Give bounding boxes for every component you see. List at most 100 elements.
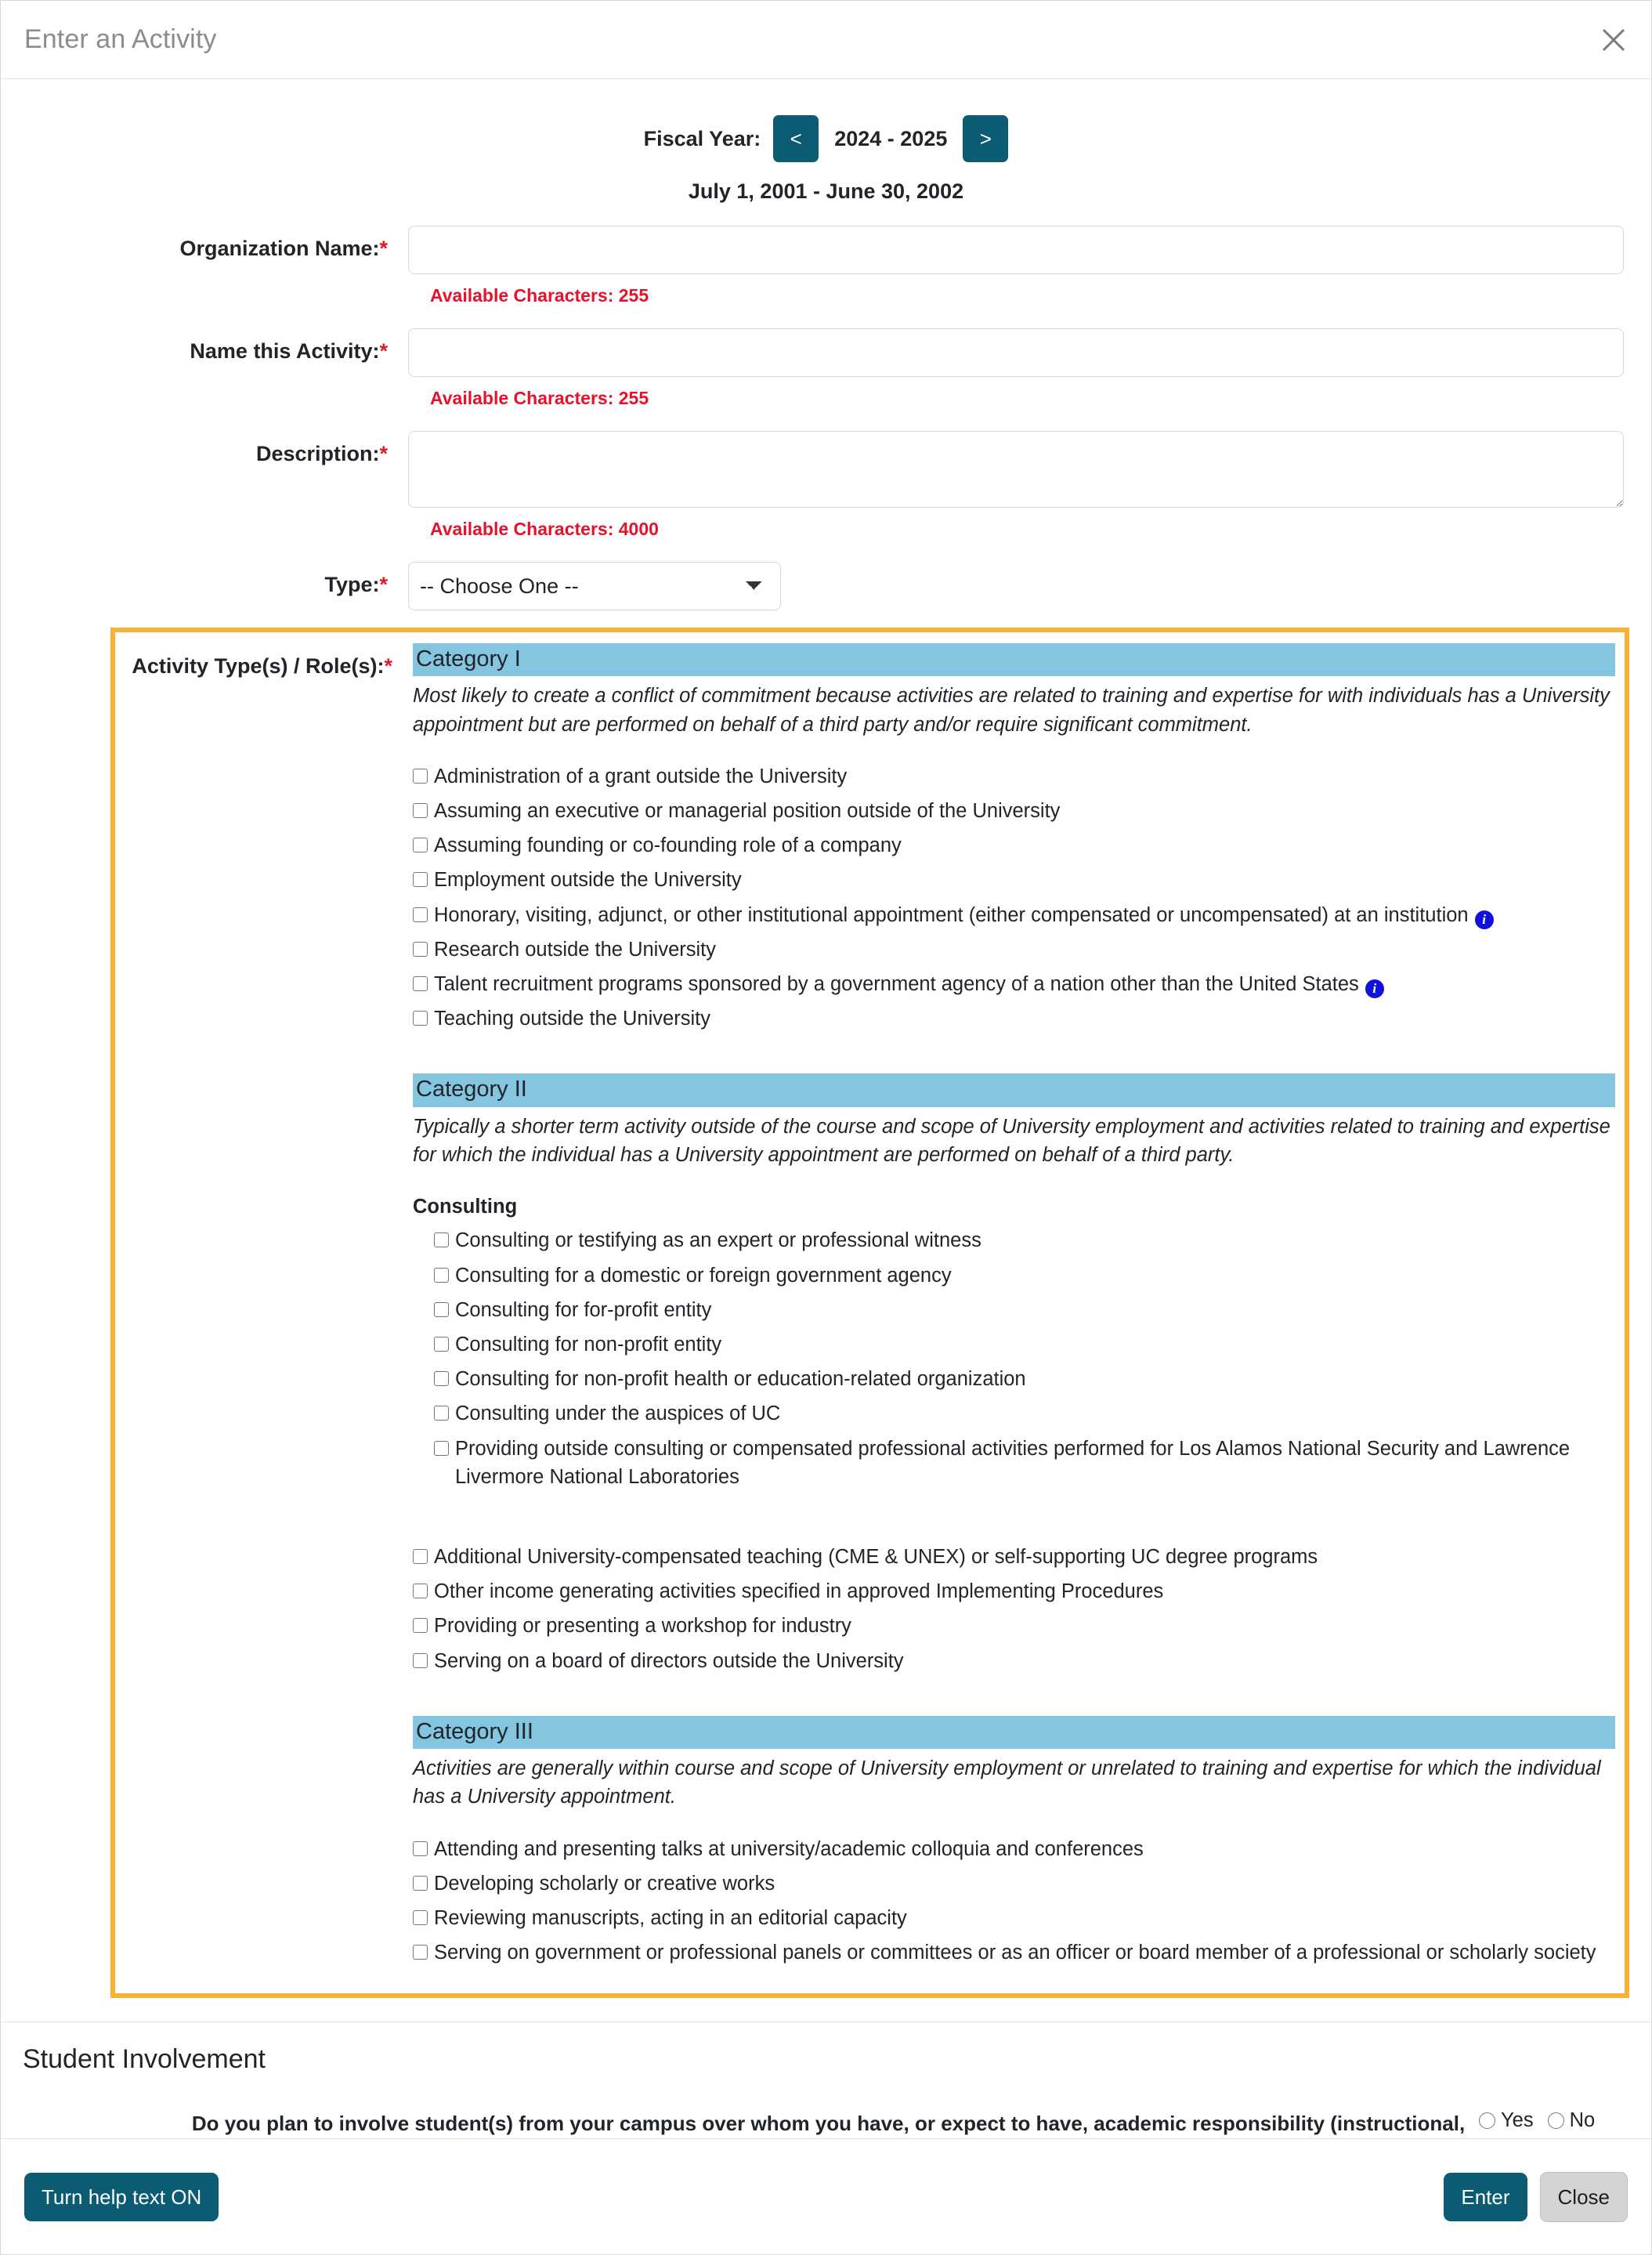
activity-type-checkbox[interactable]	[434, 1371, 449, 1387]
activity-type-option[interactable]: Employment outside the University	[413, 866, 1615, 894]
activity-type-checkbox[interactable]	[413, 1945, 428, 1960]
activity-type-checkbox[interactable]	[413, 1652, 428, 1668]
student-involvement-options: Yes No	[1479, 2106, 1628, 2132]
activity-type-option[interactable]: Serving on government or professional pa…	[413, 1938, 1615, 1967]
activity-type-checkbox[interactable]	[413, 976, 428, 992]
activity-type-option[interactable]: Consulting for a domestic or foreign gov…	[434, 1261, 1615, 1290]
page-title: Enter an Activity	[24, 24, 217, 54]
required-marker: *	[379, 237, 388, 260]
required-marker: *	[379, 442, 388, 465]
activity-type-option[interactable]: Developing scholarly or creative works	[413, 1870, 1615, 1898]
activity-type-checkbox[interactable]	[434, 1301, 449, 1317]
close-icon[interactable]	[1598, 24, 1629, 56]
info-icon[interactable]: i	[1365, 979, 1384, 999]
activity-type-option-label: Additional University-compensated teachi…	[434, 1545, 1318, 1568]
activity-type-option-label: Developing scholarly or creative works	[434, 1872, 775, 1895]
activity-type-checkbox[interactable]	[413, 1841, 428, 1856]
activity-type-option-label: Other income generating activities speci…	[434, 1580, 1164, 1603]
type-field-wrap: -- Choose One --	[408, 562, 1651, 610]
activity-type-option[interactable]: Attending and presenting talks at univer…	[413, 1835, 1615, 1863]
activity-name-label: Name this Activity:*	[1, 328, 408, 364]
type-row: Type:* -- Choose One --	[1, 562, 1651, 610]
enter-activity-modal: Enter an Activity Fiscal Year: < 2024 - …	[0, 0, 1652, 2255]
category-header: Category II	[413, 1073, 1615, 1107]
activity-type-option-label: Teaching outside the University	[434, 1008, 710, 1030]
activity-type-option-label: Consulting under the auspices of UC	[455, 1403, 781, 1425]
activity-type-checkbox[interactable]	[413, 838, 428, 853]
type-select[interactable]: -- Choose One --	[408, 562, 781, 610]
category-option-list: Administration of a grant outside the Un…	[413, 762, 1615, 1033]
activity-type-option[interactable]: Consulting under the auspices of UC	[434, 1399, 1615, 1428]
activity-type-option-label: Consulting for for-profit entity	[455, 1298, 712, 1321]
activity-type-checkbox[interactable]	[413, 941, 428, 957]
fiscal-year-prev-button[interactable]: <	[773, 115, 819, 162]
description-textarea[interactable]	[408, 431, 1624, 508]
activity-name-input[interactable]	[408, 328, 1624, 377]
activity-type-option[interactable]: Consulting for non-profit entity	[434, 1330, 1615, 1359]
activity-type-option[interactable]: Talent recruitment programs sponsored by…	[413, 970, 1615, 999]
activity-type-option[interactable]: Providing outside consulting or compensa…	[434, 1435, 1615, 1491]
info-icon[interactable]: i	[1474, 910, 1494, 929]
modal-header: Enter an Activity	[1, 1, 1651, 79]
activity-type-option-label: Reviewing manuscripts, acting in an edit…	[434, 1907, 907, 1929]
activity-type-option[interactable]: Administration of a grant outside the Un…	[413, 762, 1615, 791]
activity-type-checkbox[interactable]	[434, 1336, 449, 1352]
activity-type-checkbox[interactable]	[413, 1875, 428, 1891]
organization-name-field-wrap: Available Characters: 255	[408, 226, 1651, 306]
enter-button[interactable]: Enter	[1444, 2172, 1527, 2221]
activity-type-checkbox[interactable]	[413, 768, 428, 784]
description-label-text: Description:	[255, 442, 380, 465]
activity-type-option[interactable]: Research outside the University	[413, 936, 1615, 964]
student-involvement-no-option[interactable]: No	[1547, 2109, 1596, 2132]
activity-type-option[interactable]: Additional University-compensated teachi…	[413, 1543, 1615, 1571]
category-header: Category III	[413, 1715, 1615, 1750]
activity-type-checkbox[interactable]	[413, 907, 428, 922]
organization-name-label-text: Organization Name:	[179, 237, 380, 260]
activity-type-checkbox[interactable]	[413, 872, 428, 888]
activity-type-option-label: Consulting for a domestic or foreign gov…	[455, 1264, 952, 1287]
activity-type-checkbox[interactable]	[434, 1406, 449, 1421]
student-involvement-question-text: Do you plan to involve student(s) from y…	[191, 2112, 1466, 2136]
activity-type-checkbox[interactable]	[413, 1910, 428, 1925]
required-marker: *	[379, 339, 388, 363]
activity-type-option[interactable]: Consulting for non-profit health or educ…	[434, 1365, 1615, 1393]
activity-type-option[interactable]: Assuming an executive or managerial posi…	[413, 797, 1615, 825]
activity-type-option[interactable]: Teaching outside the University	[413, 1004, 1615, 1033]
activity-type-checkbox[interactable]	[434, 1232, 449, 1248]
activity-type-checkbox[interactable]	[434, 1267, 449, 1283]
activity-type-checkbox[interactable]	[413, 1011, 428, 1026]
student-involvement-yes-radio[interactable]	[1479, 2112, 1495, 2130]
activity-type-option-label: Providing outside consulting or compensa…	[455, 1437, 1571, 1488]
activity-type-option[interactable]: Serving on a board of directors outside …	[413, 1647, 1615, 1675]
activity-type-checkbox[interactable]	[413, 1548, 428, 1564]
fiscal-year-next-button[interactable]: >	[963, 115, 1009, 162]
activity-type-option[interactable]: Other income generating activities speci…	[413, 1577, 1615, 1605]
fiscal-year-selector: Fiscal Year: < 2024 - 2025 >	[1, 115, 1651, 162]
activity-type-option-label: Serving on a board of directors outside …	[434, 1649, 904, 1672]
organization-name-label: Organization Name:*	[1, 226, 408, 261]
activity-type-option[interactable]: Providing or presenting a workshop for i…	[413, 1612, 1615, 1640]
activity-type-checkbox[interactable]	[434, 1440, 449, 1456]
category-spacer	[413, 1039, 1615, 1073]
toggle-help-text-button[interactable]: Turn help text ON	[24, 2172, 219, 2221]
activity-type-checkbox[interactable]	[413, 803, 428, 819]
student-involvement-no-label: No	[1569, 2109, 1596, 2132]
activity-type-option-label: Employment outside the University	[434, 869, 742, 892]
student-involvement-yes-label: Yes	[1501, 2109, 1534, 2132]
category-description: Most likely to create a conflict of comm…	[413, 685, 1610, 736]
activity-type-checkbox[interactable]	[413, 1618, 428, 1634]
activity-type-option[interactable]: Assuming founding or co-founding role of…	[413, 831, 1615, 860]
activity-type-option[interactable]: Consulting for for-profit entity	[434, 1296, 1615, 1324]
organization-name-row: Organization Name:* Available Characters…	[1, 226, 1651, 306]
activity-type-checkbox[interactable]	[413, 1584, 428, 1599]
activity-type-option-label: Talent recruitment programs sponsored by…	[434, 970, 1384, 999]
close-button[interactable]: Close	[1539, 2171, 1628, 2222]
student-involvement-no-radio[interactable]	[1547, 2112, 1564, 2130]
activity-type-option-label: Attending and presenting talks at univer…	[434, 1837, 1144, 1860]
activity-type-option[interactable]: Consulting or testifying as an expert or…	[434, 1226, 1615, 1254]
activity-type-option[interactable]: Honorary, visiting, adjunct, or other in…	[413, 901, 1615, 929]
student-involvement-yes-option[interactable]: Yes	[1479, 2109, 1534, 2132]
organization-name-input[interactable]	[408, 226, 1624, 274]
activity-type-option[interactable]: Reviewing manuscripts, acting in an edit…	[413, 1904, 1615, 1932]
description-row: Description:* Available Characters: 4000	[1, 431, 1651, 540]
